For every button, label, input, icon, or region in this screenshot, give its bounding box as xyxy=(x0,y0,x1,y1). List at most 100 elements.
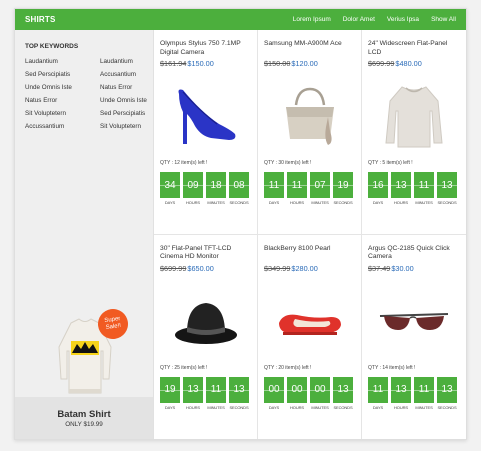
timer-hours: 11 xyxy=(287,172,307,198)
timer-minutes: 07 xyxy=(310,172,330,198)
badge-line-2: Sale!! xyxy=(105,322,122,332)
new-price: $150.00 xyxy=(187,59,214,68)
new-price: $30.00 xyxy=(391,263,414,273)
quantity-left: QTY : 5 item(s) left ! xyxy=(368,160,413,166)
keyword-link[interactable]: Accussantium xyxy=(25,123,100,131)
timer-seconds: 13 xyxy=(437,376,457,403)
timer-label-hours: HOURS xyxy=(394,200,408,205)
product-card[interactable]: 24" Widescreen Flat-Panel LCD $699.99$48… xyxy=(362,30,466,235)
section-title: SHIRTS xyxy=(25,15,56,24)
product-card[interactable]: Samsung MM-A900M Ace $150.00$120.00 QTY … xyxy=(258,30,362,235)
timer-label-seconds: SECONDS xyxy=(333,200,353,205)
timer-hours: 00 xyxy=(287,376,307,403)
keyword-link[interactable]: Natus Error xyxy=(100,84,150,92)
quantity-left: QTY : 12 item(s) left ! xyxy=(160,160,208,166)
countdown-timer: 11 DAYS 13 HOURS 11 MINUTES 13 SECONDS xyxy=(368,376,457,410)
old-price: $699.99 xyxy=(368,59,395,68)
timer-label-seconds: SECONDS xyxy=(437,200,457,205)
timer-label-minutes: MINUTES xyxy=(311,404,329,410)
keyword-link[interactable]: Sed Perscipiatis xyxy=(25,71,100,79)
product-image[interactable] xyxy=(362,279,466,363)
timer-label-days: DAYS xyxy=(164,200,176,205)
product-image[interactable] xyxy=(154,74,257,158)
old-price: $161.94 xyxy=(160,59,187,68)
product-image[interactable] xyxy=(362,74,466,158)
timer-minutes: 11 xyxy=(414,376,434,403)
keyword-link[interactable]: Sit Voluptetern xyxy=(100,123,150,131)
flat-shoe-image xyxy=(278,314,341,335)
keyword-link[interactable]: Accusantium xyxy=(100,71,150,79)
timer-label-seconds: SECONDS xyxy=(333,404,353,410)
nav-link-show-all[interactable]: Show All xyxy=(431,16,456,23)
keywords-title: TOP KEYWORDS xyxy=(25,43,79,50)
keyword-link[interactable]: Unde Omnis Iste xyxy=(100,97,150,105)
keyword-link[interactable]: Natus Error xyxy=(25,97,100,105)
nav-link-verius-ipsa[interactable]: Verius Ipsa xyxy=(387,16,419,23)
product-image[interactable] xyxy=(258,74,361,158)
product-name[interactable]: 30" Flat-Panel TFT-LCD Cinema HD Monitor xyxy=(160,245,251,262)
timer-seconds: 08 xyxy=(229,172,249,198)
timer-label-seconds: SECONDS xyxy=(229,200,249,205)
timer-label-seconds: SECONDS xyxy=(229,404,249,410)
timer-label-days: DAYS xyxy=(164,404,176,410)
product-image[interactable] xyxy=(154,279,257,363)
product-price: $150.00$120.00 xyxy=(264,59,355,68)
product-price: $37.49$30.00 xyxy=(368,264,460,273)
product-card[interactable]: Olympus Stylus 750 7.1MP Digital Camera … xyxy=(154,30,258,235)
handbag-image xyxy=(285,87,334,145)
product-name[interactable]: Samsung MM-A900M Ace xyxy=(264,40,355,57)
nav-link-dolor-amet[interactable]: Dolor Amet xyxy=(343,16,375,23)
promo-name: Batam Shirt xyxy=(57,409,111,420)
timer-seconds: 19 xyxy=(333,172,353,198)
product-price: $699.99$480.00 xyxy=(368,59,460,68)
product-card[interactable]: 30" Flat-Panel TFT-LCD Cinema HD Monitor… xyxy=(154,234,258,439)
timer-label-days: DAYS xyxy=(268,200,280,205)
product-name[interactable]: Argus QC-2185 Quick Click Camera xyxy=(368,245,460,262)
timer-label-seconds: SECONDS xyxy=(437,404,457,410)
quantity-left: QTY : 25 item(s) left ! xyxy=(160,364,208,371)
product-name[interactable]: BlackBerry 8100 Pearl xyxy=(264,245,355,262)
promo-price: ONLY $19.99 xyxy=(65,421,103,428)
product-price: $699.99$650.00 xyxy=(160,264,251,273)
old-price: $37.49 xyxy=(368,263,391,273)
product-grid: Olympus Stylus 750 7.1MP Digital Camera … xyxy=(154,30,466,439)
timer-days: 00 xyxy=(264,376,284,403)
timer-label-minutes: MINUTES xyxy=(311,200,329,205)
countdown-timer: 11 DAYS 11 HOURS 07 MINUTES 19 SECONDS xyxy=(264,172,353,205)
quantity-left: QTY : 20 item(s) left ! xyxy=(264,364,312,371)
timer-label-minutes: MINUTES xyxy=(207,404,225,410)
old-price: $349.99 xyxy=(264,263,291,273)
keyword-list: Laudantium Laudantium Sed Perscipiatis A… xyxy=(25,58,150,131)
product-price: $349.99$280.00 xyxy=(264,264,355,273)
product-image[interactable] xyxy=(258,279,361,363)
timer-days: 11 xyxy=(368,376,388,403)
keyword-link[interactable]: Unde Omnis Iste xyxy=(25,84,100,92)
timer-hours: 09 xyxy=(183,172,203,198)
timer-label-hours: HOURS xyxy=(186,200,200,205)
keyword-link[interactable]: Sit Voluptetern xyxy=(25,110,100,118)
countdown-timer: 00 DAYS 00 HOURS 00 MINUTES 13 SECONDS xyxy=(264,376,353,410)
timer-days: 16 xyxy=(368,172,388,198)
product-card[interactable]: Argus QC-2185 Quick Click Camera $37.49$… xyxy=(362,235,466,440)
timer-label-hours: HOURS xyxy=(290,404,304,410)
quantity-left: QTY : 30 item(s) left ! xyxy=(264,160,312,166)
timer-days: 11 xyxy=(264,172,284,198)
promo-banner[interactable]: Super Sale!! Batam Shirt ONLY $19.99 xyxy=(15,307,153,439)
timer-seconds: 13 xyxy=(229,376,249,403)
keyword-link[interactable]: Laudantium xyxy=(25,58,100,66)
new-price: $120.00 xyxy=(291,59,318,68)
product-card[interactable]: BlackBerry 8100 Pearl $349.99$280.00 QTY… xyxy=(258,234,362,439)
keyword-link[interactable]: Sed Perscipiatis xyxy=(100,110,150,118)
timer-seconds: 13 xyxy=(437,172,457,198)
new-price: $280.00 xyxy=(291,263,318,273)
keyword-link[interactable]: Laudantium xyxy=(100,58,150,66)
timer-label-days: DAYS xyxy=(372,200,384,205)
timer-label-minutes: MINUTES xyxy=(415,200,433,205)
product-name[interactable]: 24" Widescreen Flat-Panel LCD xyxy=(368,40,460,57)
timer-label-days: DAYS xyxy=(268,404,280,410)
sweater-image xyxy=(385,86,443,148)
timer-hours: 13 xyxy=(183,376,203,403)
nav-link-lorem-ipsum[interactable]: Lorem Ipsum xyxy=(293,16,331,23)
product-name[interactable]: Olympus Stylus 750 7.1MP Digital Camera xyxy=(160,40,251,57)
new-price: $650.00 xyxy=(187,263,214,273)
